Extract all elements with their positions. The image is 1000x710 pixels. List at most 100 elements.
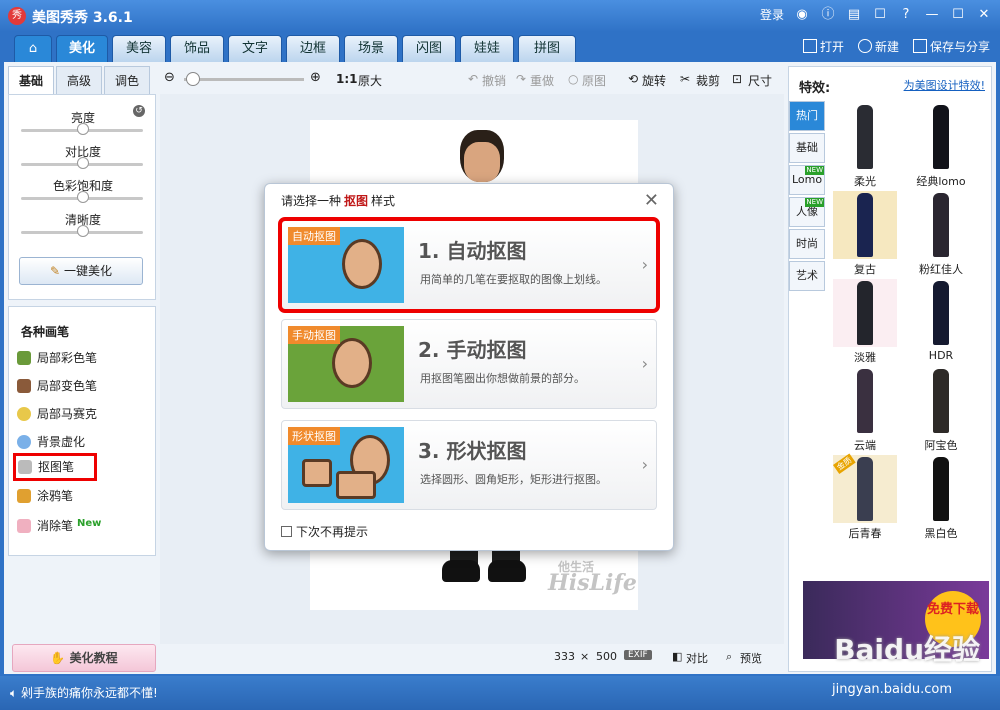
tab-text[interactable]: 文字 — [228, 35, 282, 62]
exif-button[interactable]: EXIF — [624, 650, 652, 660]
zoom-out-icon[interactable]: ⊖ — [164, 70, 175, 85]
beautify-tutorial-button[interactable]: ✋ 美化教程 — [12, 644, 156, 672]
effect-youth[interactable]: 金质 后青春 — [833, 453, 897, 541]
help-icon[interactable]: ? — [898, 7, 914, 23]
compare-icon[interactable]: ◧ — [672, 650, 682, 663]
image-height: 500 — [596, 650, 617, 663]
effect-tab-lomo[interactable]: Lomo NEW — [789, 165, 825, 195]
brush-cutout[interactable]: 抠图笔 — [13, 453, 97, 481]
brush-mosaic[interactable]: 局部马赛克 — [17, 403, 147, 425]
effect-cloud[interactable]: 云端 — [833, 367, 897, 453]
checkbox-box[interactable] — [281, 526, 292, 537]
effect-retro[interactable]: 复古 — [833, 191, 897, 277]
undo-icon[interactable]: ↶ — [468, 72, 478, 86]
effect-tab-fashion[interactable]: 时尚 — [789, 229, 825, 259]
zoom-slider-thumb[interactable] — [186, 72, 200, 86]
option-shape-cutout[interactable]: 形状抠图 3. 形状抠图 选择圆形、圆角矩形，矩形进行抠图。 › — [281, 420, 657, 510]
brush-eraser[interactable]: 消除笔 New — [17, 513, 147, 535]
option-manual-cutout[interactable]: 手动抠图 2. 手动抠图 用抠图笔圈出你想做前景的部分。 › — [281, 319, 657, 409]
subtab-advanced[interactable]: 高级 — [56, 66, 102, 94]
subtab-basic[interactable]: 基础 — [8, 66, 54, 94]
resize-icon[interactable]: ⊡ — [732, 72, 742, 86]
effect-soft-light[interactable]: 柔光 — [833, 103, 897, 189]
message-icon[interactable]: ▤ — [846, 7, 862, 23]
effect-tab-basic[interactable]: 基础 — [789, 133, 825, 163]
effect-tab-portrait[interactable]: 人像 NEW — [789, 197, 825, 227]
login-link[interactable]: 登录 — [760, 6, 784, 23]
baidu-watermark: Baidu经验 — [834, 633, 980, 666]
settings-icon[interactable]: ☐ — [872, 7, 888, 23]
preview-icon[interactable]: ⌕ — [726, 650, 732, 664]
brush-local-color[interactable]: 局部彩色笔 — [17, 347, 147, 369]
effect-tab-art[interactable]: 艺术 — [789, 261, 825, 291]
tab-frame[interactable]: 边框 — [286, 35, 340, 62]
minimize-icon[interactable]: — — [924, 7, 940, 23]
tab-home[interactable]: ⌂ — [14, 35, 52, 62]
tab-face[interactable]: 美容 — [112, 35, 166, 62]
effect-elegant[interactable]: 淡雅 — [833, 279, 897, 365]
option-auto-cutout[interactable]: 自动抠图 1. 自动抠图 用简单的几笔在要抠取的图像上划线。 › — [278, 217, 660, 313]
redo-button[interactable]: 重做 — [530, 72, 554, 89]
wand-icon: ✎ — [50, 264, 61, 278]
slider-thumb[interactable] — [77, 225, 89, 237]
new-button[interactable]: 新建 — [857, 38, 899, 55]
tab-flash[interactable]: 闪图 — [402, 35, 456, 62]
original-button[interactable]: 原图 — [582, 72, 606, 89]
effect-pink-lady[interactable]: 粉红佳人 — [909, 191, 973, 277]
brush-label: 消除笔 — [37, 519, 74, 533]
crop-button[interactable]: 裁剪 — [696, 72, 720, 89]
compare-button[interactable]: 对比 — [686, 650, 708, 666]
zoom-slider-track[interactable] — [184, 78, 304, 81]
undo-button[interactable]: 撤销 — [482, 72, 506, 89]
cutout-brush-icon — [18, 460, 32, 474]
brush-background-blur[interactable]: 背景虚化 — [17, 431, 147, 453]
open-button[interactable]: 打开 — [802, 38, 844, 55]
weibo-icon[interactable]: ◉ — [794, 7, 810, 23]
effect-hdr[interactable]: HDR — [909, 279, 973, 365]
resize-button[interactable]: 尺寸 — [748, 72, 772, 89]
dialog-close-icon[interactable]: ✕ — [644, 190, 659, 211]
ratio-button[interactable]: 1:1 — [336, 72, 358, 86]
crop-icon[interactable]: ✂ — [680, 72, 690, 86]
original-icon[interactable]: ○ — [568, 72, 578, 86]
tab-beautify[interactable]: 美化 — [56, 35, 108, 62]
dont-show-again-checkbox[interactable]: 下次不再提示 — [281, 523, 368, 540]
saturation-slider[interactable]: 色彩饱和度 — [21, 177, 145, 209]
close-icon[interactable]: ✕ — [976, 7, 992, 23]
canvas-toolbar: ⊖ ⊕ 1:1 原大 ↶ 撤销 ↷ 重做 ○ 原图 ⟲ 旋转 ✂ 裁剪 ⊡ 尺寸 — [160, 66, 784, 94]
tab-doll[interactable]: 娃娃 — [460, 35, 514, 62]
brush-doodle[interactable]: 涂鸦笔 — [17, 485, 147, 507]
effect-classic-lomo[interactable]: 经典lomo — [909, 103, 973, 189]
effect-thumb — [833, 103, 897, 171]
slider-thumb[interactable] — [77, 191, 89, 203]
suit-figure — [933, 369, 949, 433]
status-text: 剁手族的痛你永远都不懂! — [21, 686, 158, 700]
sharpness-slider[interactable]: 清晰度 — [21, 211, 145, 243]
subtab-color[interactable]: 调色 — [104, 66, 150, 94]
design-effects-link[interactable]: 为美图设计特效! — [904, 77, 985, 93]
tab-accessories[interactable]: 饰品 — [170, 35, 224, 62]
chevron-right-icon: › — [641, 255, 648, 274]
effect-black-white[interactable]: 黑白色 — [909, 455, 973, 541]
effect-thumb — [909, 103, 973, 171]
rotate-button[interactable]: 旋转 — [642, 72, 666, 89]
one-click-beautify-button[interactable]: ✎ 一键美化 — [19, 257, 143, 285]
effect-abao[interactable]: 阿宝色 — [909, 367, 973, 453]
brightness-slider[interactable]: 亮度 — [21, 109, 145, 141]
maximize-icon[interactable]: ☐ — [950, 7, 966, 23]
info-icon[interactable]: ⓘ — [820, 7, 836, 23]
save-share-button[interactable]: 保存与分享 — [912, 38, 990, 55]
rotate-icon[interactable]: ⟲ — [628, 72, 638, 86]
zoom-in-icon[interactable]: ⊕ — [310, 70, 321, 85]
preview-button[interactable]: 预览 — [740, 650, 762, 666]
redo-icon[interactable]: ↷ — [516, 72, 526, 86]
tab-collage[interactable]: 拼图 — [518, 35, 576, 62]
slider-thumb[interactable] — [77, 123, 89, 135]
slider-thumb[interactable] — [77, 157, 89, 169]
brush-local-recolor[interactable]: 局部变色笔 — [17, 375, 147, 397]
contrast-slider[interactable]: 对比度 — [21, 143, 145, 175]
original-size-button[interactable]: 原大 — [358, 72, 382, 89]
tab-scene[interactable]: 场景 — [344, 35, 398, 62]
effect-thumb — [833, 279, 897, 347]
effect-tab-hot[interactable]: 热门 — [789, 101, 825, 131]
